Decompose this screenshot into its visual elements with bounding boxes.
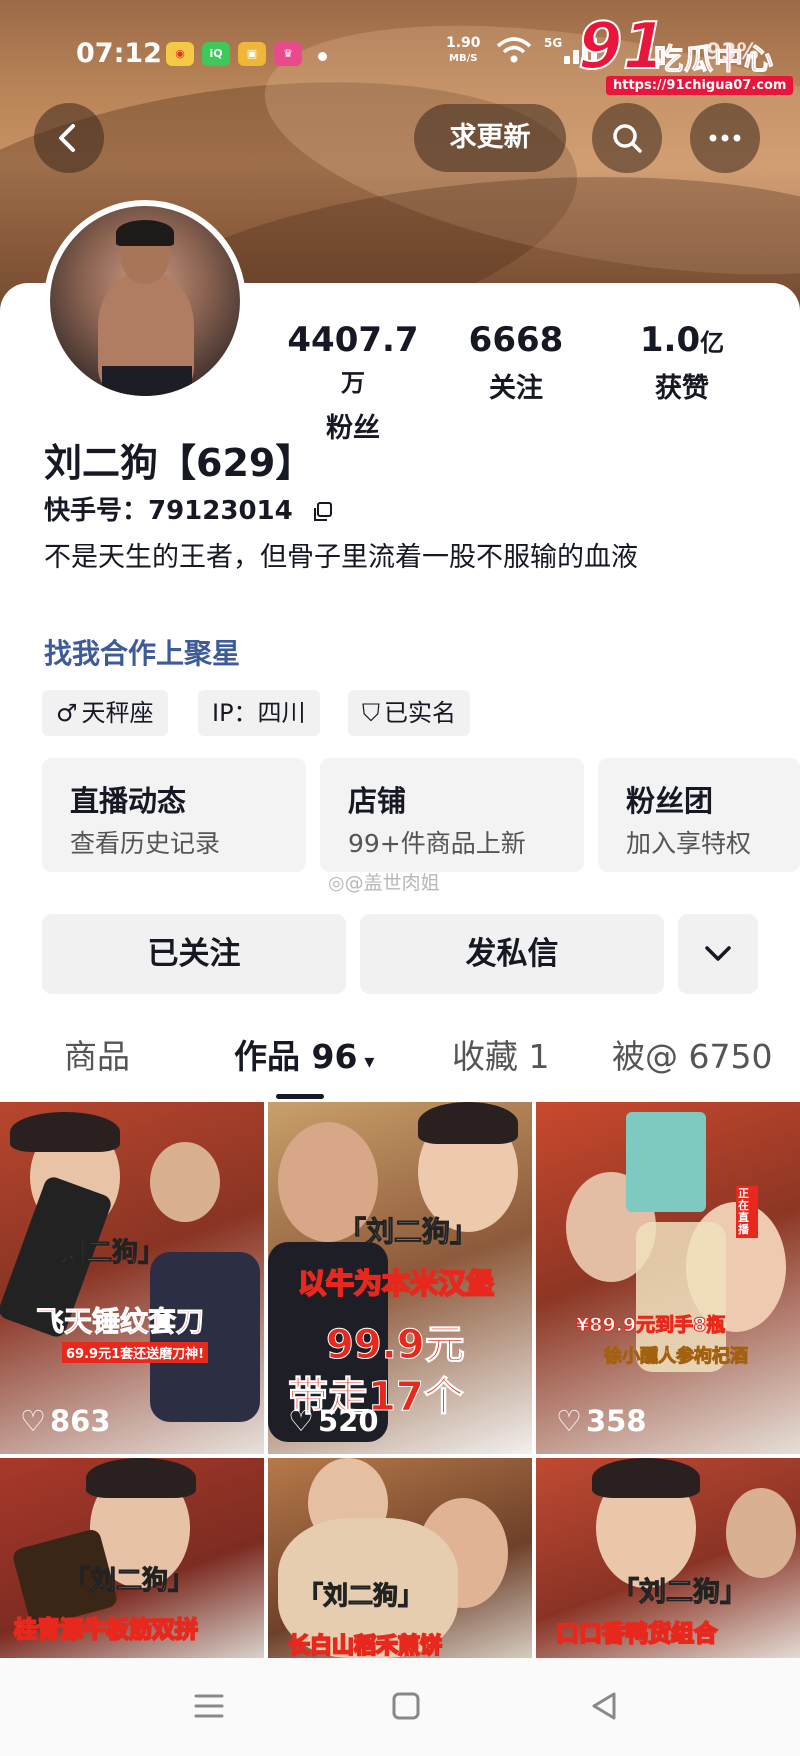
back-button[interactable] (34, 103, 104, 173)
tab-works[interactable]: 作品 96 ▾ (234, 1030, 374, 1078)
notification-dot (318, 52, 327, 61)
avatar[interactable] (44, 200, 246, 402)
status-time: 07:12 (76, 38, 162, 69)
chevron-left-icon (59, 124, 75, 152)
followers-stat[interactable]: 4407.7万 粉丝 (278, 320, 428, 445)
more-button[interactable] (690, 103, 760, 173)
more-actions-dropdown[interactable] (678, 914, 758, 994)
likes-stat[interactable]: 1.0亿 获赞 (612, 320, 752, 405)
search-button[interactable] (592, 103, 662, 173)
video-thumbnail[interactable]: 「刘二狗」 长白山稻禾煎饼 (268, 1458, 532, 1658)
fan-group-card[interactable]: 粉丝团 加入享特权 (598, 758, 800, 872)
system-nav-bar (0, 1658, 800, 1756)
video-likes: ♡ 520 (288, 1404, 379, 1438)
tab-mentions[interactable]: 被@ 6750 (612, 1030, 772, 1078)
heart-icon: ♡ (556, 1404, 582, 1438)
wifi-icon (496, 36, 532, 70)
active-tab-indicator (276, 1094, 324, 1099)
video-thumbnail[interactable]: 「刘二狗」 口口香鸭货组合 (536, 1458, 800, 1658)
iqiyi-icon: iQ (202, 42, 230, 66)
video-thumbnail[interactable]: 正在直播 ¥89.9元到手8瓶 徐小醺人参枸杞酒 ♡ 358 (536, 1102, 800, 1454)
live-history-card[interactable]: 直播动态 查看历史记录 (42, 758, 306, 872)
app-icon: ♛ (274, 42, 302, 66)
followed-button[interactable]: 已关注 (42, 914, 346, 994)
network-speed: 1.90 MB/S (446, 35, 481, 64)
video-likes: ♡ 863 (20, 1404, 111, 1438)
search-icon (613, 124, 642, 153)
tab-products[interactable]: 商品 (64, 1030, 130, 1078)
tab-favorites[interactable]: 收藏 1 (452, 1030, 550, 1078)
male-icon: ♂ (56, 699, 78, 727)
video-likes: ♡ 358 (556, 1404, 647, 1438)
shield-check-icon: ⛉ (362, 699, 380, 727)
weibo-watermark: ◎@盖世肉姐 (328, 872, 440, 894)
chevron-down-icon (705, 946, 731, 961)
video-thumbnail[interactable]: 「刘二狗」 飞天锤纹套刀 69.9元1套还送磨刀神! ♡ 863 (0, 1102, 264, 1454)
user-id[interactable]: 快手号：79123014 (44, 490, 334, 527)
back-triangle-icon[interactable] (588, 1690, 620, 1722)
video-thumbnail[interactable]: 「刘二狗」 桂青源牛板筋双拼 (0, 1458, 264, 1658)
heart-icon: ♡ (288, 1404, 314, 1438)
weibo-icon: ◎ (328, 872, 345, 894)
menu-icon[interactable] (192, 1690, 226, 1722)
profile-name: 刘二狗【629】 (44, 441, 314, 485)
following-stat[interactable]: 6668 关注 (446, 320, 586, 405)
cooperation-link[interactable]: 找我合作上聚星 (44, 632, 240, 672)
message-button[interactable]: 发私信 (360, 914, 664, 994)
more-dots-icon (709, 134, 741, 142)
tag-ip-location: IP：四川 (198, 690, 320, 736)
tag-zodiac: ♂ 天秤座 (42, 690, 168, 736)
site-watermark: 91 吃瓜中心 https://91chigua07.com (577, 9, 794, 100)
shop-card[interactable]: 店铺 99+件商品上新 (320, 758, 584, 872)
request-update-button[interactable]: 求更新 (414, 104, 566, 172)
video-thumbnail[interactable]: 「刘二狗」 以牛为本米汉堡 99.9元 带走17个 ♡ 520 (268, 1102, 532, 1454)
app-icon: ▣ (238, 42, 266, 66)
caret-down-icon: ▾ (357, 1049, 375, 1073)
tag-verified: ⛉ 已实名 (348, 690, 470, 736)
home-icon[interactable] (390, 1690, 422, 1722)
video-grid: 「刘二狗」 飞天锤纹套刀 69.9元1套还送磨刀神! ♡ 863 「刘二狗」 以牛… (0, 1102, 800, 1658)
weibo-icon: ◉ (166, 42, 194, 66)
copy-icon[interactable] (312, 501, 334, 523)
profile-bio: 不是天生的王者，但骨子里流着一股不服输的血液 (44, 542, 638, 573)
heart-icon: ♡ (20, 1404, 46, 1438)
content-tabs: 商品 作品 96 ▾ 收藏 1 被@ 6750 (0, 1030, 800, 1100)
